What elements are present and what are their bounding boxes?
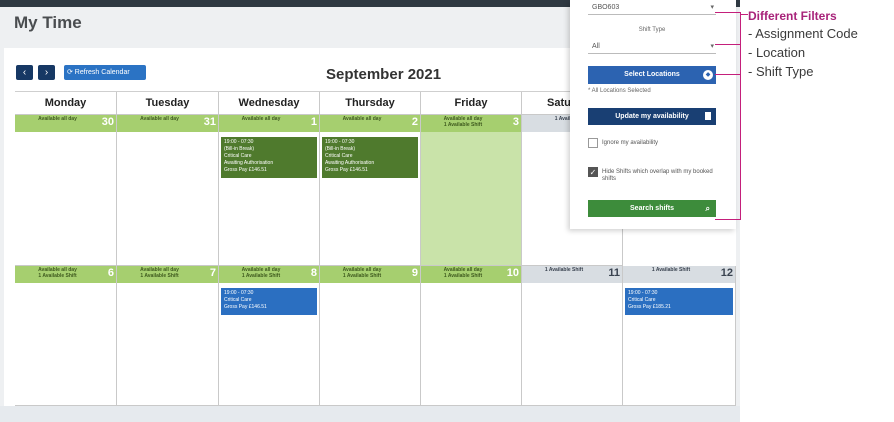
day-number: 1 <box>310 116 317 128</box>
annotation-item: - Assignment Code <box>748 26 858 41</box>
assignment-code-value: GBO603 <box>592 4 620 11</box>
page-title: My Time <box>14 13 82 32</box>
ignore-availability-checkbox[interactable] <box>588 138 598 148</box>
day-number: 30 <box>101 116 114 128</box>
chevron-down-icon: ▾ <box>710 43 714 50</box>
day-cell[interactable]: Available all day 30 <box>15 115 117 266</box>
day-header-monday: Monday <box>15 92 117 115</box>
select-locations-label: Select Locations <box>624 71 680 78</box>
day-status: Available all day <box>342 116 382 122</box>
day-cell[interactable]: Available all day 1 Available Shift 7 <box>117 266 219 406</box>
chevron-down-icon: ▾ <box>710 4 714 11</box>
day-status: Available all day 1 Available Shift <box>140 267 179 279</box>
available-shift[interactable]: 19:00 - 07:30 Critical Care Gross Pay £1… <box>625 288 733 315</box>
connector-line <box>715 12 741 13</box>
day-number: 3 <box>512 116 519 128</box>
day-number: 11 <box>608 267 620 279</box>
booked-shift[interactable]: 19:00 - 07:30 (Bill-in Break) Critical C… <box>322 137 418 178</box>
available-shift[interactable]: 19:00 - 07:30 Critical Care Gross Pay £1… <box>221 288 317 315</box>
day-cell[interactable]: Available all day 2 19:00 - 07:30 (Bill-i… <box>320 115 421 266</box>
day-status: Available all day 1 Available Shift <box>38 267 77 279</box>
shift-type-value: All <box>592 43 600 50</box>
search-icon: ⌕ <box>705 204 710 213</box>
month-title: September 2021 <box>326 66 442 83</box>
day-number: 12 <box>720 267 733 279</box>
shift-type-label: Shift Type <box>638 27 666 33</box>
day-cell[interactable]: Available all day 1 Available Shift 10 <box>421 266 522 406</box>
booked-shift[interactable]: 19:00 - 07:30 (Bill-in Break) Critical C… <box>221 137 317 178</box>
search-shifts-button[interactable]: Search shifts ⌕ <box>588 200 716 217</box>
assignment-code-field[interactable]: GBO603 ▾ <box>588 2 716 15</box>
day-status: Available all day <box>38 116 77 122</box>
day-status: Available all day 1 Available Shift <box>241 267 281 279</box>
connector-line <box>741 14 748 15</box>
connector-line <box>715 74 741 75</box>
day-cell[interactable]: 1 Available Shift 11 <box>522 266 623 406</box>
day-cell[interactable]: Available all day 1 19:00 - 07:30 (Bill-i… <box>219 115 320 266</box>
all-locations-note: * All Locations Selected <box>588 88 651 94</box>
day-number: 31 <box>203 116 216 128</box>
day-cell[interactable]: Available all day 1 Available Shift 8 19:… <box>219 266 320 406</box>
day-cell[interactable]: 1 Available Shift 12 19:00 - 07:30 Critic… <box>623 266 736 406</box>
shift-filter-panel: GBO603 ▾ Shift Type All ▾ Select Locatio… <box>570 0 736 229</box>
annotation-title: Different Filters <box>748 9 837 23</box>
day-status: 1 Available Shift <box>544 267 584 273</box>
day-cell-selected[interactable]: Available all day 1 Available Shift 3 <box>421 115 522 266</box>
day-status: Available all day 1 Available Shift <box>342 267 382 279</box>
day-header-tuesday: Tuesday <box>117 92 219 115</box>
day-number: 6 <box>107 267 114 279</box>
calendar-icon <box>705 112 711 120</box>
hide-overlap-label: Hide Shifts which overlap with my booked… <box>602 169 713 182</box>
day-cell[interactable]: Available all day 31 <box>117 115 219 266</box>
select-locations-button[interactable]: Select Locations ◆ <box>588 66 716 84</box>
ignore-availability-label: Ignore my availability <box>602 140 659 146</box>
toggle-icon: ◆ <box>703 70 713 80</box>
hide-overlap-checkbox[interactable]: ✓ <box>588 167 598 177</box>
day-status: Available all day 1 Available Shift <box>443 116 483 128</box>
shift-type-select[interactable]: All ▾ <box>588 41 716 54</box>
day-header-wednesday: Wednesday <box>219 92 320 115</box>
day-number: 10 <box>506 267 519 279</box>
update-availability-button[interactable]: Update my availability <box>588 108 716 125</box>
day-header-friday: Friday <box>421 92 522 115</box>
day-status: 1 Available Shift <box>651 267 691 273</box>
day-number: 2 <box>411 116 418 128</box>
update-availability-label: Update my availability <box>615 113 689 120</box>
day-number: 7 <box>209 267 216 279</box>
prev-month-button[interactable]: ‹ <box>16 65 33 80</box>
connector-line <box>715 219 741 220</box>
search-shifts-label: Search shifts <box>630 205 674 212</box>
annotation-item: - Location <box>748 45 806 60</box>
connector-line <box>740 12 741 220</box>
day-number: 8 <box>310 267 317 279</box>
refresh-calendar-button[interactable]: ⟳ Refresh Calendar <box>64 65 146 80</box>
connector-line <box>715 44 741 45</box>
day-cell[interactable]: Available all day 1 Available Shift 9 <box>320 266 421 406</box>
annotation-callout: Different Filters - Assignment Code - Lo… <box>748 8 888 81</box>
day-number: 9 <box>411 267 418 279</box>
day-cell[interactable]: Available all day 1 Available Shift 6 <box>15 266 117 406</box>
day-status: Available all day <box>241 116 281 122</box>
next-month-button[interactable]: › <box>38 65 55 80</box>
day-status: Available all day <box>140 116 179 122</box>
page-footer-strip <box>0 406 740 422</box>
day-header-thursday: Thursday <box>320 92 421 115</box>
day-status: Available all day 1 Available Shift <box>443 267 483 279</box>
annotation-item: - Shift Type <box>748 64 814 79</box>
